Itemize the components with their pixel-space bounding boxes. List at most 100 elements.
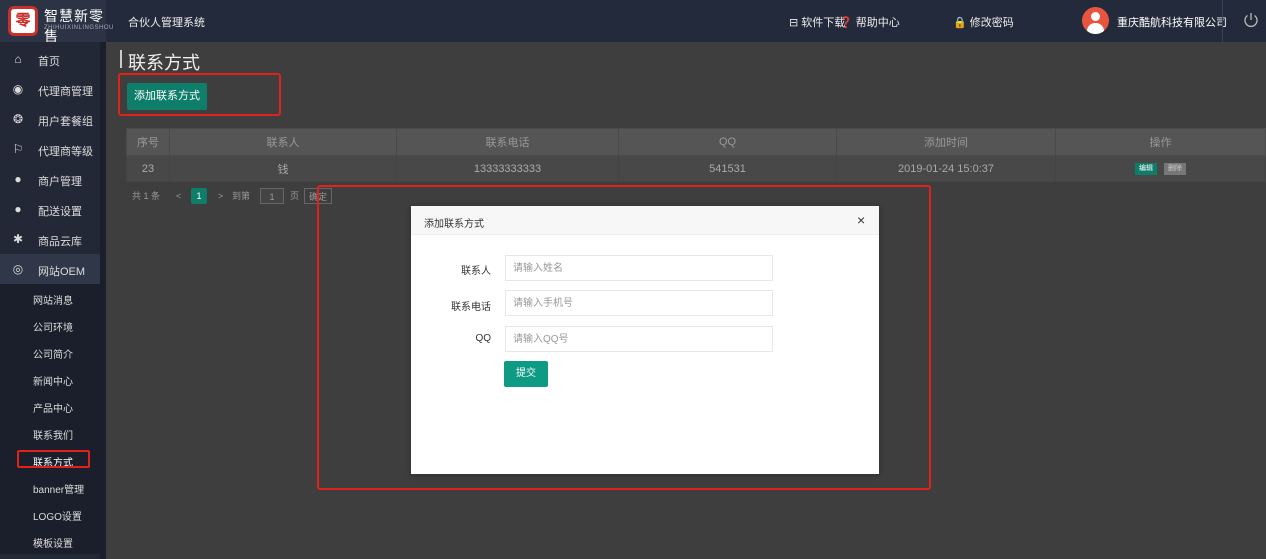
cell-contact: 钱 [169,155,397,182]
top-header: 零 智慧新零售 ZHIHUIXINLINGSHOU 合伙人管理系统 ⊟ 软件下载… [0,0,1266,44]
sidebar-subitem-label: 新闻中心 [33,377,73,388]
column-header-qq: QQ [618,128,837,156]
avatar[interactable] [1082,7,1109,34]
sidebar-subitem-label: 公司环境 [33,323,73,334]
sidebar-subitem-website-messages[interactable]: 网站消息 [0,284,100,311]
cloud-store-icon: ✱ [12,232,24,246]
sidebar-item-label: 代理商管理 [38,86,93,98]
cell-actions: 编辑 删除 [1055,155,1266,182]
sidebar-item-home[interactable]: ⌂ 首页 [0,44,100,74]
sidebar-subitem-logo-settings[interactable]: LOGO设置 [0,500,100,527]
edit-button[interactable]: 编辑 [1134,162,1157,175]
contact-table: 序号 联系人 联系电话 QQ 添加时间 操作 23 钱 13333333333 … [126,128,1266,182]
sidebar-subitem-news-center[interactable]: 新闻中心 [0,365,100,392]
sidebar-item-product-cloud[interactable]: ✱ 商品云库 [0,224,100,254]
contact-phone-input[interactable] [505,290,773,316]
help-icon: ❓ [839,17,853,29]
pager-page-unit: 页 [290,191,300,201]
qq-input[interactable] [505,326,773,352]
dialog-title: 添加联系方式 [424,219,484,230]
delete-button[interactable]: 删除 [1164,162,1187,175]
company-name[interactable]: 重庆酷航科技有限公司 [1117,14,1227,30]
sidebar-item-agent-management[interactable]: ◉ 代理商管理 [0,74,100,104]
package-icon: ❂ [12,112,24,126]
help-center-link[interactable]: ❓ 帮助中心 [839,14,900,30]
sidebar-item-label: 商户管理 [38,176,82,188]
pager-page-input[interactable]: 1 [260,188,284,204]
oem-icon: ◎ [12,262,24,276]
dialog-header: 添加联系方式 × [411,206,879,235]
help-label: 帮助中心 [855,17,900,29]
merchant-icon: ● [14,172,22,186]
sidebar-subitem-label: 产品中心 [33,404,73,415]
sidebar-subitem-banner-management[interactable]: banner管理 [0,473,100,500]
column-header-actions: 操作 [1055,128,1266,156]
sidebar-item-agent-level[interactable]: ⚐ 代理商等级 [0,134,100,164]
pager-goto-label: 到第 [232,191,251,201]
download-icon: ⊟ [789,17,799,29]
submit-button[interactable]: 提交 [504,361,548,387]
pager-next-button[interactable]: > [218,188,223,204]
contact-phone-label: 联系电话 [451,302,491,313]
system-name: 合伙人管理系统 [128,17,205,29]
sidebar-item-label: 首页 [38,56,60,68]
page-title: 联系方式 [128,53,200,73]
main-content: 联系方式 添加联系方式 序号 联系人 联系电话 QQ 添加时间 操作 23 钱 … [106,42,1266,559]
sidebar-subitem-product-center[interactable]: 产品中心 [0,392,100,419]
column-header-added-time: 添加时间 [836,128,1056,156]
logo-mark-icon: 零 [8,6,38,36]
delivery-icon: ● [14,202,22,216]
cell-added-time: 2019-01-24 15:0:37 [836,155,1056,182]
sidebar-subitem-label: LOGO设置 [33,512,82,523]
contact-name-label: 联系人 [461,266,491,277]
sidebar-item-label: 配送设置 [38,206,82,218]
sidebar-subitem-contact-us[interactable]: 联系我们 [0,419,100,446]
cell-id: 23 [126,155,170,182]
highlight-box-add-button [118,73,281,116]
sidebar-item-user-packages[interactable]: ❂ 用户套餐组 [0,104,100,134]
table-header-row: 序号 联系人 联系电话 QQ 添加时间 操作 [126,128,1266,156]
contact-name-input[interactable] [505,255,773,281]
sidebar-item-label: 商品云库 [38,236,82,248]
logo-subtitle: ZHIHUIXINLINGSHOU [44,25,114,31]
sidebar-subitem-label: 公司简介 [33,350,73,361]
column-header-phone: 联系电话 [396,128,619,156]
qq-label: QQ [475,333,491,344]
level-icon: ⚐ [12,142,24,156]
close-icon[interactable]: × [857,212,865,228]
logo[interactable]: 零 智慧新零售 ZHIHUIXINLINGSHOU [0,0,113,44]
sidebar-item-label: 代理商等级 [38,146,93,158]
software-download-link[interactable]: ⊟ 软件下载 [789,14,845,30]
sidebar-item-label: 用户套餐组 [38,116,93,128]
pager-total: 共 1 条 [132,191,161,201]
home-icon: ⌂ [14,52,22,66]
lock-icon: 🔒 [953,17,967,29]
sidebar-subitem-label: 联系我们 [33,431,73,442]
change-password-label: 修改密码 [969,17,1014,29]
pager-prev-button[interactable]: < [176,188,181,204]
header-divider [1222,0,1223,42]
cell-phone: 13333333333 [396,155,619,182]
sidebar-item-merchant-management[interactable]: ● 商户管理 [0,164,100,194]
agent-icon: ◉ [12,82,24,96]
add-contact-dialog: 添加联系方式 × 联系人 联系电话 QQ 提交 [411,206,879,474]
column-header-id: 序号 [126,128,170,156]
sidebar-subitem-template-settings[interactable]: 模板设置 [0,527,100,554]
page-title-marker [120,50,122,68]
sidebar-subitem-label: 模板设置 [33,539,73,550]
sidebar-subitem-label: banner管理 [33,485,85,496]
table-row: 23 钱 13333333333 541531 2019-01-24 15:0:… [126,155,1266,182]
power-icon[interactable] [1242,11,1260,29]
pager-page-1[interactable]: 1 [191,188,207,204]
sidebar-subitem-company-environment[interactable]: 公司环境 [0,311,100,338]
sidebar-item-delivery-settings[interactable]: ● 配送设置 [0,194,100,224]
sidebar-item-label: 网站OEM [38,266,86,278]
sidebar-subitem-company-profile[interactable]: 公司简介 [0,338,100,365]
column-header-contact: 联系人 [169,128,397,156]
cell-qq: 541531 [618,155,837,182]
sidebar: ⌂ 首页 ◉ 代理商管理 ❂ 用户套餐组 ⚐ 代理商等级 ● 商户管理 ● 配送… [0,42,106,559]
sidebar-item-website-oem[interactable]: ◎ 网站OEM [0,254,100,284]
sidebar-subitem-label: 网站消息 [33,296,73,307]
highlight-box-sidebar [17,450,90,468]
change-password-link[interactable]: 🔒 修改密码 [953,14,1014,30]
